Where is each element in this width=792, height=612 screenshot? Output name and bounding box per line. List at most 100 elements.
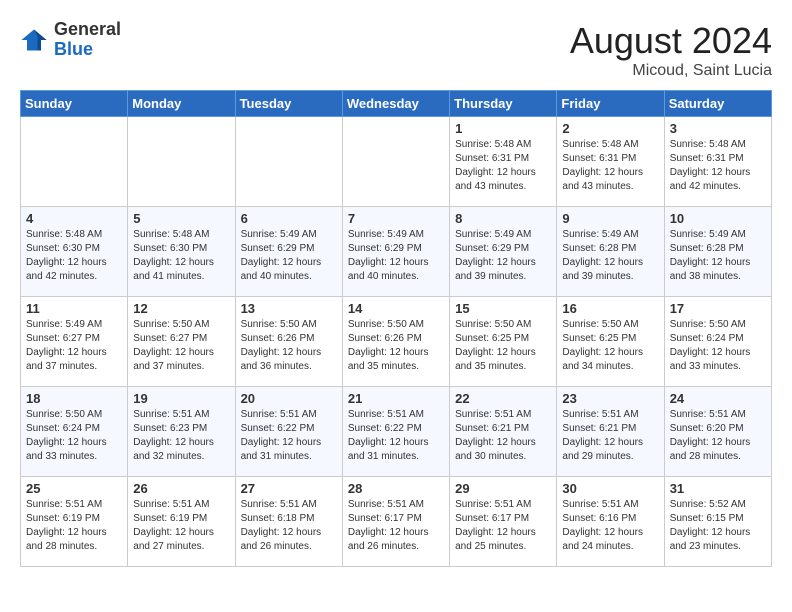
day-number: 14: [348, 301, 444, 316]
day-info: Sunrise: 5:51 AM Sunset: 6:18 PM Dayligh…: [241, 498, 337, 554]
calendar-cell: 7 Sunrise: 5:49 AM Sunset: 6:29 PM Daylig…: [342, 207, 449, 297]
day-info: Sunrise: 5:50 AM Sunset: 6:26 PM Dayligh…: [241, 318, 337, 374]
day-info: Sunrise: 5:48 AM Sunset: 6:31 PM Dayligh…: [670, 138, 766, 194]
calendar-cell: 25 Sunrise: 5:51 AM Sunset: 6:19 PM Dayli…: [21, 477, 128, 567]
day-info: Sunrise: 5:48 AM Sunset: 6:30 PM Dayligh…: [133, 228, 229, 284]
calendar-week-row: 25 Sunrise: 5:51 AM Sunset: 6:19 PM Dayli…: [21, 477, 772, 567]
day-info: Sunrise: 5:50 AM Sunset: 6:25 PM Dayligh…: [562, 318, 658, 374]
calendar-cell: 20 Sunrise: 5:51 AM Sunset: 6:22 PM Dayli…: [235, 387, 342, 477]
day-info: Sunrise: 5:50 AM Sunset: 6:24 PM Dayligh…: [26, 408, 122, 464]
calendar-cell: 2Sunrise: 5:48 AM Sunset: 6:31 PM Daylig…: [557, 117, 664, 207]
day-info: Sunrise: 5:51 AM Sunset: 6:16 PM Dayligh…: [562, 498, 658, 554]
calendar-cell: 4Sunrise: 5:48 AM Sunset: 6:30 PM Daylig…: [21, 207, 128, 297]
day-info: Sunrise: 5:49 AM Sunset: 6:28 PM Dayligh…: [670, 228, 766, 284]
day-number: 23: [562, 391, 658, 406]
day-info: Sunrise: 5:51 AM Sunset: 6:21 PM Dayligh…: [562, 408, 658, 464]
day-number: 21: [348, 391, 444, 406]
calendar-cell: 29 Sunrise: 5:51 AM Sunset: 6:17 PM Dayli…: [450, 477, 557, 567]
calendar-header-row: SundayMondayTuesdayWednesdayThursdayFrid…: [21, 91, 772, 117]
day-info: Sunrise: 5:49 AM Sunset: 6:29 PM Dayligh…: [348, 228, 444, 284]
weekday-header-saturday: Saturday: [664, 91, 771, 117]
day-number: 5: [133, 211, 229, 226]
calendar-cell: 23 Sunrise: 5:51 AM Sunset: 6:21 PM Dayli…: [557, 387, 664, 477]
calendar-cell: 14Sunrise: 5:50 AM Sunset: 6:26 PM Dayli…: [342, 297, 449, 387]
day-number: 9: [562, 211, 658, 226]
day-info: Sunrise: 5:48 AM Sunset: 6:30 PM Dayligh…: [26, 228, 122, 284]
day-number: 18: [26, 391, 122, 406]
day-number: 13: [241, 301, 337, 316]
day-info: Sunrise: 5:51 AM Sunset: 6:19 PM Dayligh…: [26, 498, 122, 554]
calendar-cell: 16 Sunrise: 5:50 AM Sunset: 6:25 PM Dayli…: [557, 297, 664, 387]
day-number: 6: [241, 211, 337, 226]
logo-general-text: General: [54, 20, 121, 40]
weekday-header-sunday: Sunday: [21, 91, 128, 117]
day-number: 30: [562, 481, 658, 496]
day-info: Sunrise: 5:49 AM Sunset: 6:29 PM Dayligh…: [241, 228, 337, 284]
day-number: 7: [348, 211, 444, 226]
logo-text: General Blue: [54, 20, 121, 60]
day-number: 28: [348, 481, 444, 496]
day-number: 26: [133, 481, 229, 496]
calendar-cell: 18 Sunrise: 5:50 AM Sunset: 6:24 PM Dayli…: [21, 387, 128, 477]
calendar-cell: 3 Sunrise: 5:48 AM Sunset: 6:31 PM Daylig…: [664, 117, 771, 207]
day-info: Sunrise: 5:48 AM Sunset: 6:31 PM Dayligh…: [562, 138, 658, 194]
calendar-cell: 10 Sunrise: 5:49 AM Sunset: 6:28 PM Dayli…: [664, 207, 771, 297]
day-info: Sunrise: 5:49 AM Sunset: 6:28 PM Dayligh…: [562, 228, 658, 284]
calendar-cell: 22Sunrise: 5:51 AM Sunset: 6:21 PM Dayli…: [450, 387, 557, 477]
day-info: Sunrise: 5:50 AM Sunset: 6:25 PM Dayligh…: [455, 318, 551, 374]
calendar-week-row: 11Sunrise: 5:49 AM Sunset: 6:27 PM Dayli…: [21, 297, 772, 387]
calendar-week-row: 1Sunrise: 5:48 AM Sunset: 6:31 PM Daylig…: [21, 117, 772, 207]
calendar-cell: 5 Sunrise: 5:48 AM Sunset: 6:30 PM Daylig…: [128, 207, 235, 297]
weekday-header-wednesday: Wednesday: [342, 91, 449, 117]
day-number: 31: [670, 481, 766, 496]
calendar-cell: 15 Sunrise: 5:50 AM Sunset: 6:25 PM Dayli…: [450, 297, 557, 387]
day-number: 17: [670, 301, 766, 316]
day-info: Sunrise: 5:51 AM Sunset: 6:20 PM Dayligh…: [670, 408, 766, 464]
calendar-cell: 8Sunrise: 5:49 AM Sunset: 6:29 PM Daylig…: [450, 207, 557, 297]
weekday-header-thursday: Thursday: [450, 91, 557, 117]
day-info: Sunrise: 5:51 AM Sunset: 6:17 PM Dayligh…: [348, 498, 444, 554]
calendar-cell: 6 Sunrise: 5:49 AM Sunset: 6:29 PM Daylig…: [235, 207, 342, 297]
day-number: 15: [455, 301, 551, 316]
day-number: 27: [241, 481, 337, 496]
weekday-header-friday: Friday: [557, 91, 664, 117]
month-year-title: August 2024: [570, 20, 772, 62]
calendar-cell: 11Sunrise: 5:49 AM Sunset: 6:27 PM Dayli…: [21, 297, 128, 387]
logo: General Blue: [20, 20, 121, 60]
calendar-table: SundayMondayTuesdayWednesdayThursdayFrid…: [20, 90, 772, 567]
day-info: Sunrise: 5:48 AM Sunset: 6:31 PM Dayligh…: [455, 138, 551, 194]
weekday-header-tuesday: Tuesday: [235, 91, 342, 117]
day-number: 16: [562, 301, 658, 316]
title-block: August 2024 Micoud, Saint Lucia: [570, 20, 772, 80]
calendar-cell: 13 Sunrise: 5:50 AM Sunset: 6:26 PM Dayli…: [235, 297, 342, 387]
day-info: Sunrise: 5:51 AM Sunset: 6:19 PM Dayligh…: [133, 498, 229, 554]
day-number: 12: [133, 301, 229, 316]
calendar-cell: [235, 117, 342, 207]
day-info: Sunrise: 5:51 AM Sunset: 6:17 PM Dayligh…: [455, 498, 551, 554]
location-subtitle: Micoud, Saint Lucia: [570, 62, 772, 80]
day-info: Sunrise: 5:52 AM Sunset: 6:15 PM Dayligh…: [670, 498, 766, 554]
day-info: Sunrise: 5:50 AM Sunset: 6:24 PM Dayligh…: [670, 318, 766, 374]
day-info: Sunrise: 5:51 AM Sunset: 6:21 PM Dayligh…: [455, 408, 551, 464]
day-number: 29: [455, 481, 551, 496]
day-number: 19: [133, 391, 229, 406]
calendar-cell: 27 Sunrise: 5:51 AM Sunset: 6:18 PM Dayli…: [235, 477, 342, 567]
calendar-cell: [342, 117, 449, 207]
calendar-cell: 28 Sunrise: 5:51 AM Sunset: 6:17 PM Dayli…: [342, 477, 449, 567]
day-number: 3: [670, 121, 766, 136]
day-info: Sunrise: 5:51 AM Sunset: 6:22 PM Dayligh…: [241, 408, 337, 464]
calendar-week-row: 18 Sunrise: 5:50 AM Sunset: 6:24 PM Dayli…: [21, 387, 772, 477]
calendar-cell: 30 Sunrise: 5:51 AM Sunset: 6:16 PM Dayli…: [557, 477, 664, 567]
calendar-cell: [128, 117, 235, 207]
calendar-cell: 26 Sunrise: 5:51 AM Sunset: 6:19 PM Dayli…: [128, 477, 235, 567]
logo-icon: [20, 26, 48, 54]
calendar-cell: 21Sunrise: 5:51 AM Sunset: 6:22 PM Dayli…: [342, 387, 449, 477]
day-number: 20: [241, 391, 337, 406]
page-header: General Blue August 2024 Micoud, Saint L…: [20, 20, 772, 80]
day-number: 25: [26, 481, 122, 496]
day-number: 8: [455, 211, 551, 226]
day-number: 10: [670, 211, 766, 226]
day-number: 11: [26, 301, 122, 316]
day-info: Sunrise: 5:51 AM Sunset: 6:23 PM Dayligh…: [133, 408, 229, 464]
calendar-cell: 24Sunrise: 5:51 AM Sunset: 6:20 PM Dayli…: [664, 387, 771, 477]
